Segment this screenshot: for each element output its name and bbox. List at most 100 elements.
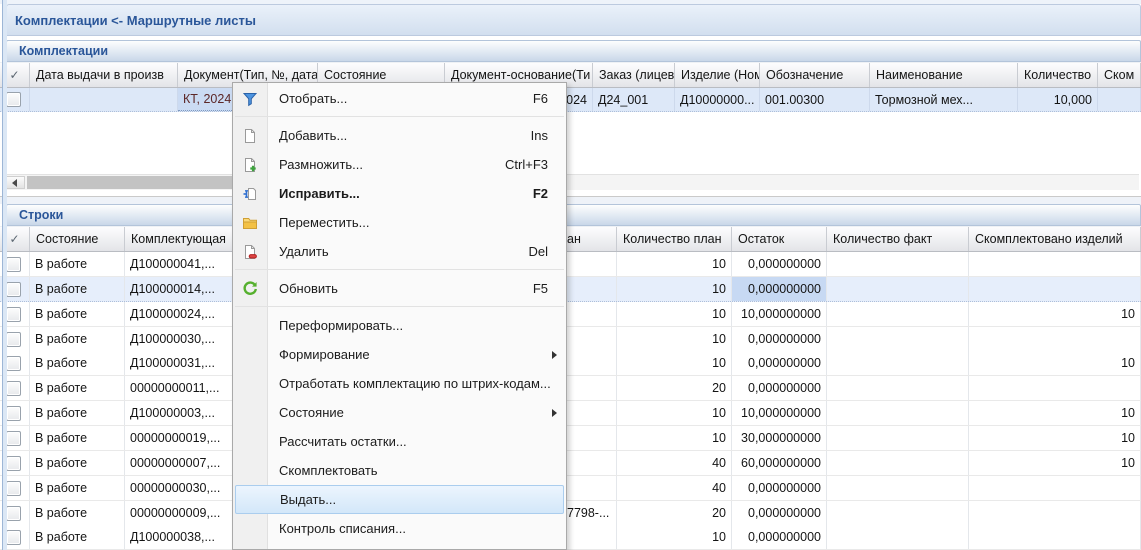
cell[interactable] [969,525,1141,549]
cell[interactable]: В работе [30,426,125,450]
cell[interactable] [827,277,969,301]
cell[interactable]: 00000000030,... [125,476,237,500]
cell[interactable]: 0,000000000 [732,277,827,301]
cell[interactable]: Д100000041,... [125,252,237,276]
table-row[interactable]: В работеД100000003,...1010,00000000010 [0,401,1141,426]
cell[interactable]: 10 [617,302,732,326]
cell[interactable] [1098,88,1141,111]
kompl-selected-row[interactable]: КТ, 2024024Д24_001Д10000000...001.00300Т… [0,88,1141,112]
cell[interactable]: 00000000009,... [125,501,237,525]
cell[interactable]: В работе [30,451,125,475]
cell[interactable]: 10 [969,401,1141,425]
table-row[interactable]: В работе00000000019,...1030,00000000010 [0,426,1141,451]
cell[interactable]: 10 [617,351,732,375]
cell[interactable] [969,252,1141,276]
row-checkbox[interactable] [6,282,21,297]
stroki-column-header-4[interactable]: Количество план [617,227,732,251]
row-checkbox[interactable] [6,381,21,396]
table-row[interactable]: В работе00000000007,...4060,00000000010 [0,451,1141,476]
context-menu-item-refresh[interactable]: ОбновитьF5 [233,274,566,303]
context-menu-item-edit[interactable]: Исправить...F2 [233,179,566,208]
cell[interactable]: 10 [969,451,1141,475]
cell[interactable]: В работе [30,525,125,549]
cell[interactable]: В работе [30,501,125,525]
table-row[interactable]: В работеД100000031,...100,00000000010 [0,351,1141,376]
cell[interactable]: В работе [30,302,125,326]
row-checkbox[interactable] [6,481,21,496]
context-menu-item-state[interactable]: Состояние [233,398,566,427]
cell[interactable]: Д100000024,... [125,302,237,326]
cell[interactable]: Д100000031,... [125,351,237,375]
cell[interactable]: 10 [969,351,1141,375]
stroki-column-header-5[interactable]: Остаток [732,227,827,251]
cell[interactable]: 0,000000000 [732,252,827,276]
cell[interactable]: 00000000019,... [125,426,237,450]
cell[interactable]: 10,000000000 [732,302,827,326]
cell[interactable]: Д24_001 [593,88,675,111]
cell[interactable]: Тормозной мех... [870,88,1018,111]
cell[interactable] [827,525,969,549]
context-menu-item-add[interactable]: Добавить...Ins [233,121,566,150]
cell[interactable]: 10 [617,277,732,301]
cell[interactable]: 40 [617,451,732,475]
row-checkbox[interactable] [6,332,21,347]
cell[interactable]: В работе [30,327,125,351]
cell[interactable] [827,426,969,450]
cell[interactable]: 001.00300 [760,88,870,111]
cell[interactable] [827,252,969,276]
cell[interactable]: Д10000000... [675,88,760,111]
cell[interactable]: 20 [617,376,732,400]
cell[interactable]: 40 [617,476,732,500]
table-row[interactable]: В работеД100000038,...100,000000000 [0,525,1141,550]
table-row[interactable]: В работеД100000041,...100,000000000 [0,252,1141,277]
cell[interactable] [827,476,969,500]
cell[interactable]: 10,000000000 [732,401,827,425]
cell[interactable]: 0,000000000 [732,525,827,549]
row-checkbox[interactable] [6,92,21,107]
cell[interactable] [827,351,969,375]
cell[interactable] [969,501,1141,525]
cell[interactable]: Д100000003,... [125,401,237,425]
kompl-column-header-10[interactable]: Ском [1098,63,1141,87]
context-menu-item-complete[interactable]: Скомплектовать [233,456,566,485]
context-menu-item-writeoff-control[interactable]: Контроль списания... [233,514,566,543]
cell[interactable]: 10 [617,525,732,549]
cell[interactable] [827,451,969,475]
cell[interactable]: 0,000000000 [732,376,827,400]
cell[interactable]: В работе [30,351,125,375]
cell[interactable]: 10,000 [1018,88,1098,111]
cell[interactable] [30,88,178,111]
cell[interactable]: В работе [30,401,125,425]
context-menu-item-move[interactable]: Переместить... [233,208,566,237]
row-checkbox[interactable] [6,356,21,371]
cell[interactable]: 0,000000000 [732,351,827,375]
cell[interactable]: 00000000011,... [125,376,237,400]
cell[interactable]: 10 [617,252,732,276]
kompl-column-header-6[interactable]: Изделие (Номе [675,63,760,87]
table-row[interactable]: В работеД100000024,...1010,00000000010 [0,302,1141,327]
cell[interactable]: В работе [30,476,125,500]
cell[interactable]: 20 [617,501,732,525]
cell[interactable]: 10 [969,426,1141,450]
cell[interactable]: 10 [617,426,732,450]
cell[interactable]: В работе [30,277,125,301]
table-row[interactable]: В работе00000000030,... 400,000000000 [0,476,1141,501]
table-row[interactable]: В работеД100000030,...100,000000000 [0,327,1141,352]
row-checkbox[interactable] [6,406,21,421]
cell[interactable]: Д100000030,... [125,327,237,351]
cell[interactable] [827,501,969,525]
context-menu-item-formation[interactable]: Формирование [233,340,566,369]
cell[interactable]: 0,000000000 [732,476,827,500]
table-row[interactable]: В работе00000000009,...7798-...200,00000… [0,501,1141,526]
context-menu-item-delete[interactable]: УдалитьDel [233,237,566,266]
cell[interactable] [827,401,969,425]
context-menu-item-issue[interactable]: Выдать... [235,485,564,514]
table-row[interactable]: В работеД100000014,...100,000000000 [0,277,1141,302]
cell[interactable] [969,476,1141,500]
row-checkbox[interactable] [6,257,21,272]
cell[interactable]: 30,000000000 [732,426,827,450]
kompl-column-header-9[interactable]: Количество [1018,63,1098,87]
row-checkbox[interactable] [6,431,21,446]
cell[interactable] [969,376,1141,400]
context-menu-item-barcode[interactable]: Отработать комплектацию по штрих-кодам..… [233,369,566,398]
